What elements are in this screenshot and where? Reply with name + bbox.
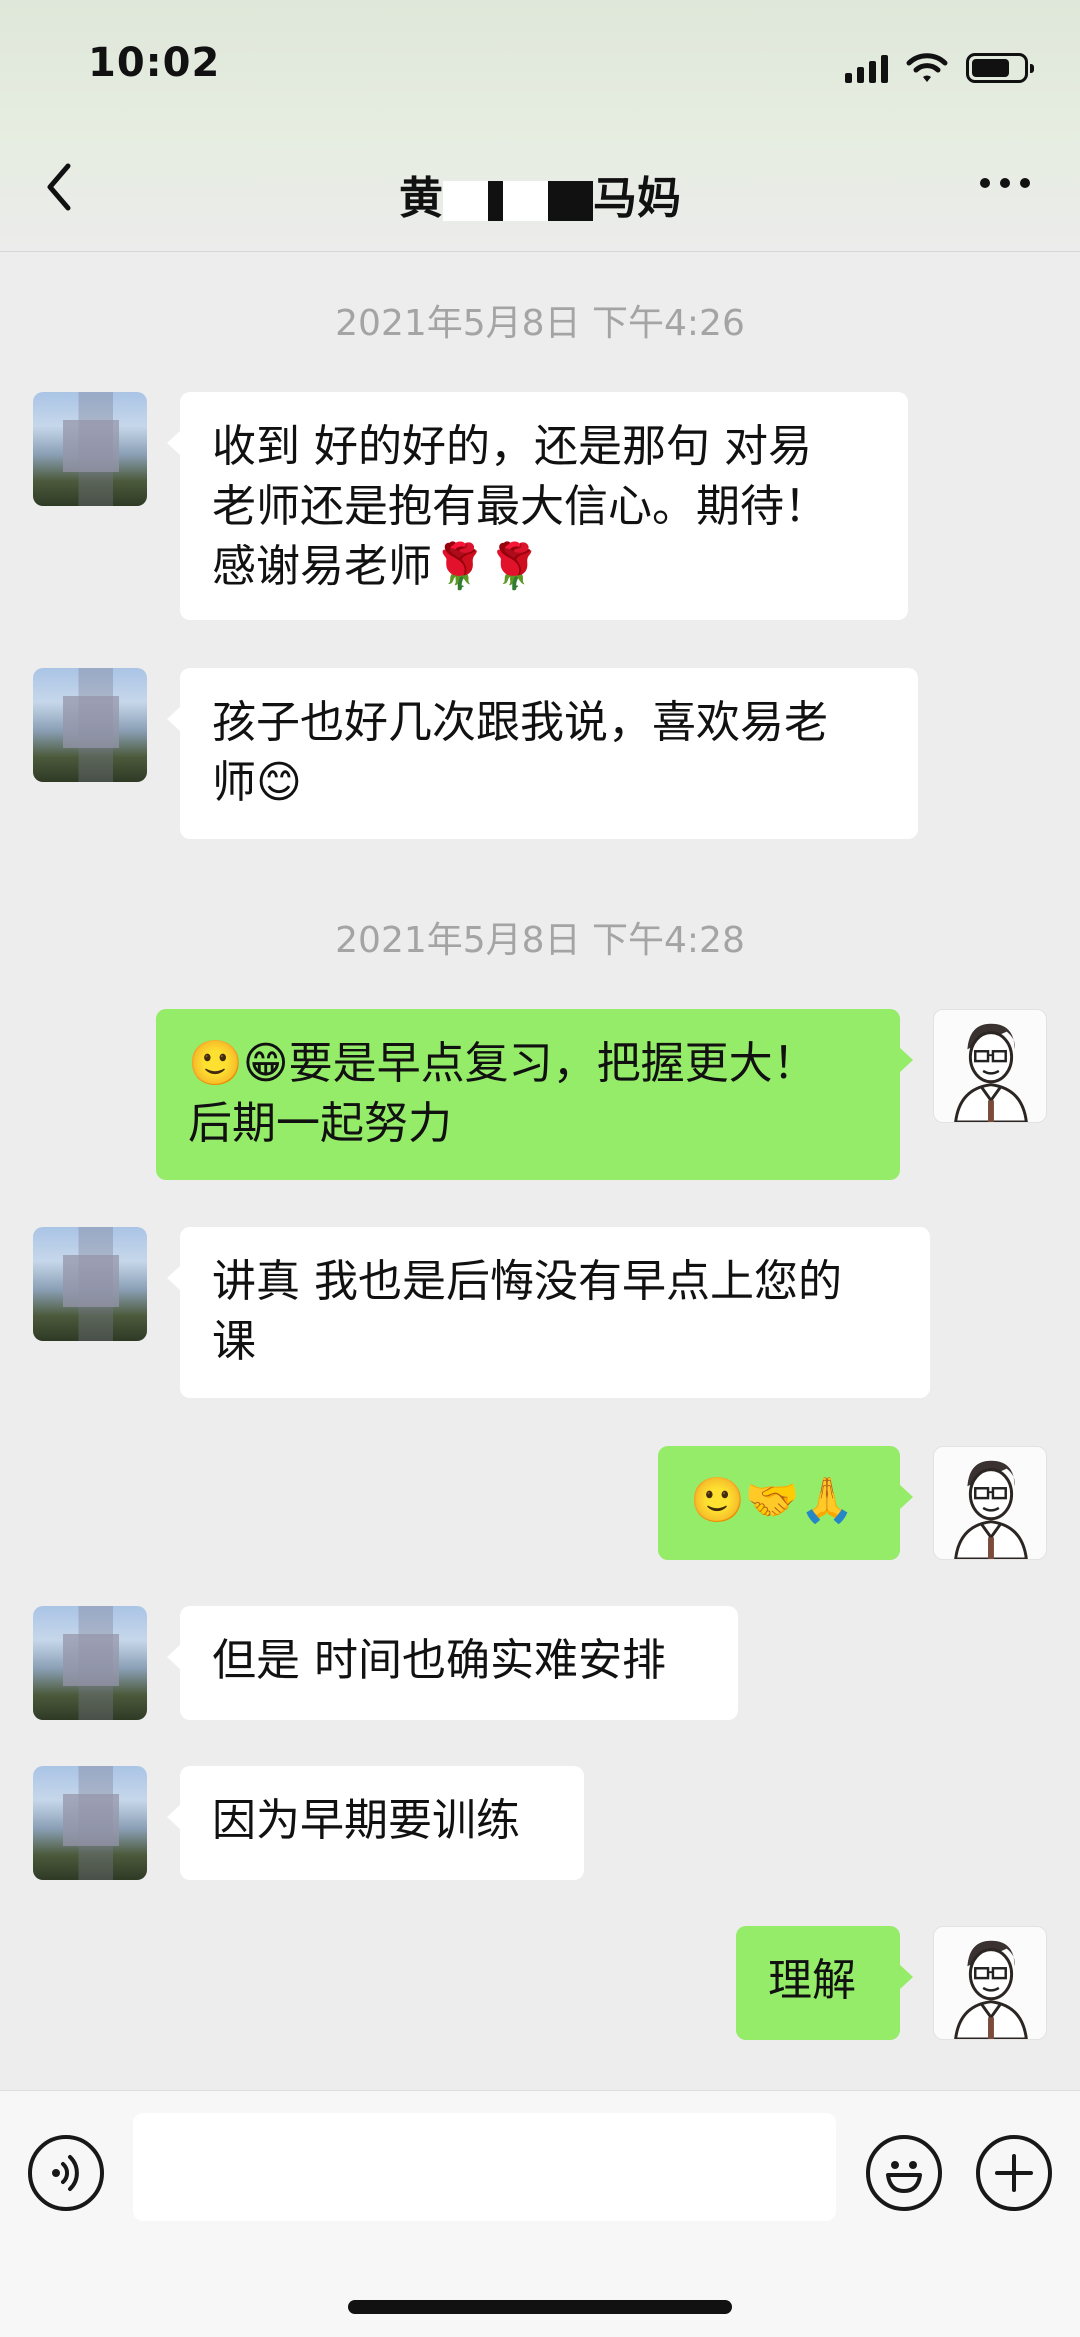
message-bubble[interactable]: 🙂🤝🙏	[658, 1446, 913, 1560]
teacher-sketch-icon	[954, 1940, 1028, 2039]
status-time: 10:02	[88, 40, 221, 86]
chat-title-prefix: 黄	[399, 173, 443, 224]
message-bubble[interactable]: 收到 好的好的，还是那句 对易 老师还是抱有最大信心。期待！ 感谢易老师🌹🌹	[167, 392, 908, 620]
redacted-name	[443, 181, 593, 221]
more-button[interactable]	[980, 178, 1030, 188]
message-input[interactable]	[133, 2113, 836, 2221]
message-bubble[interactable]: 理解	[736, 1926, 913, 2040]
wifi-icon	[906, 53, 948, 82]
my-avatar[interactable]	[933, 1446, 1047, 1560]
more-dots-icon	[980, 178, 990, 188]
plus-button[interactable]	[976, 2135, 1052, 2211]
message-bubble[interactable]: 因为早期要训练	[167, 1766, 584, 1880]
avatar[interactable]	[33, 392, 147, 506]
chat-title: 黄 马妈	[0, 162, 1080, 226]
more-dot	[1000, 178, 1010, 188]
voice-button[interactable]	[28, 2135, 104, 2211]
more-dot	[1020, 178, 1030, 188]
signal-icon	[845, 53, 888, 83]
home-indicator[interactable]	[348, 2300, 732, 2314]
timestamp: 2021年5月8日 下午4:28	[335, 920, 745, 961]
message-bubble[interactable]: 讲真 我也是后悔没有早点上您的 课	[167, 1227, 930, 1398]
chat-header: 10:02 黄 马妈	[0, 0, 1080, 252]
avatar[interactable]	[33, 1606, 147, 1720]
emoji-icon	[886, 2161, 922, 2193]
timestamp: 2021年5月8日 下午4:26	[335, 303, 745, 344]
chat-title-suffix: 马妈	[593, 173, 681, 224]
teacher-sketch-icon	[954, 1460, 1028, 1559]
plus-icon	[995, 2154, 1033, 2192]
my-avatar[interactable]	[933, 1009, 1047, 1123]
emoji-button[interactable]	[866, 2135, 942, 2211]
avatar[interactable]	[33, 668, 147, 782]
my-avatar[interactable]	[933, 1926, 1047, 2040]
battery-icon	[966, 53, 1034, 83]
message-bubble[interactable]: 🙂😁要是早点复习，把握更大！ 后期一起努力	[156, 1009, 913, 1180]
voice-icon	[52, 2155, 79, 2191]
message-bubble[interactable]: 孩子也好几次跟我说，喜欢易老 师😊	[167, 668, 918, 839]
message-bubble[interactable]: 但是 时间也确实难安排	[167, 1606, 738, 1720]
teacher-sketch-icon	[954, 1023, 1028, 1122]
avatar[interactable]	[33, 1766, 147, 1880]
status-icons	[845, 48, 1034, 88]
avatar[interactable]	[33, 1227, 147, 1341]
